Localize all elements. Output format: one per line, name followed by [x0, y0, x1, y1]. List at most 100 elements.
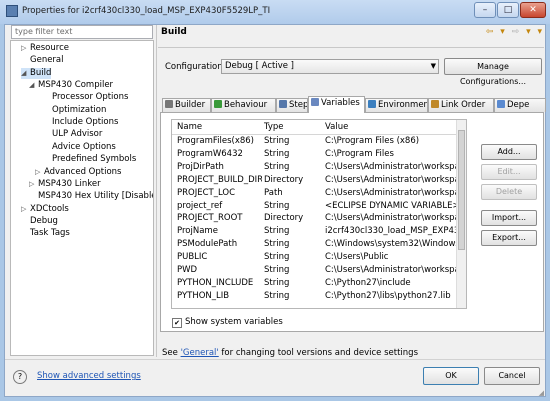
value-cell: C:\Users\Administrator\workspace_v7\i — [325, 265, 457, 275]
show-system-variables-label: Show system variables — [185, 317, 283, 327]
table-row[interactable]: ProgramFiles(x86) String C:\Program Files … — [172, 135, 466, 148]
show-system-variables-checkbox[interactable]: ✔ Show system variables — [172, 317, 283, 328]
tree-item[interactable]: Processor Options — [43, 92, 128, 103]
collapsed-twisty-icon[interactable]: ▷ — [21, 204, 30, 215]
type-cell: Path — [264, 187, 283, 198]
scrollbar-thumb[interactable] — [458, 130, 465, 250]
manage-configurations-button[interactable]: Manage Configurations... — [444, 58, 542, 86]
back-arrow-icon[interactable]: ⇦ — [486, 27, 494, 37]
table-row[interactable]: PYTHON_INCLUDE String C:\Python27\include — [172, 277, 466, 290]
tree-item[interactable]: MSP430 Hex Utility [Disabled — [29, 191, 153, 202]
ok-button[interactable]: OK — [423, 367, 479, 385]
table-row[interactable]: ProjDirPath String C:\Users\Administrator\… — [172, 161, 466, 174]
pane-splitter[interactable] — [156, 25, 157, 357]
column-name-header[interactable]: Name — [177, 122, 202, 132]
collapsed-twisty-icon[interactable]: ▷ — [29, 179, 38, 190]
minimize-button[interactable]: – — [474, 2, 496, 18]
tab-steps[interactable]: Steps — [276, 98, 308, 112]
tab-builder[interactable]: Builder — [162, 98, 211, 112]
collapsed-twisty-icon[interactable]: ▷ — [35, 167, 44, 178]
tab-link-order[interactable]: Link Order — [428, 98, 494, 112]
expanded-twisty-icon[interactable]: ◢ — [21, 68, 30, 79]
resize-grip-icon[interactable]: ◢ — [539, 389, 544, 397]
close-window-button[interactable]: ✕ — [520, 2, 546, 18]
tab-label: Variables — [321, 98, 360, 108]
table-row[interactable]: PYTHON_LIB String C:\Python27\libs\python2… — [172, 290, 466, 303]
name-cell: ProjDirPath — [177, 161, 224, 172]
tree-item[interactable]: Debug — [21, 216, 58, 227]
value-cell: C:\Users\Administrator\workspace_v7\i — [325, 187, 457, 198]
table-row[interactable]: ProjName String i2crf430cl330_load_MSP_EXP… — [172, 225, 466, 238]
tree-item-label: Resource — [30, 43, 69, 53]
tree-item[interactable]: ▷ Resource — [21, 43, 69, 54]
help-icon[interactable]: ? — [13, 370, 27, 384]
chevron-down-icon: ▼ — [430, 62, 436, 70]
expanded-twisty-icon[interactable]: ◢ — [29, 80, 38, 91]
table-row[interactable]: PWD String C:\Users\Administrator\workspac… — [172, 264, 466, 277]
tree-item-label: Optimization — [52, 104, 107, 115]
type-cell: Directory — [264, 174, 304, 185]
build-page: Build ⇦ ▾ ⇨ ▾ ▾ Configuration: Debug [ A… — [158, 25, 546, 358]
table-row[interactable]: ProgramW6432 String C:\Program Files — [172, 148, 466, 161]
tree-item[interactable]: Predefined Symbols — [43, 154, 136, 165]
tree-item[interactable]: ULP Advisor — [43, 129, 102, 140]
footnote-suffix: for changing tool versions and device se… — [218, 348, 418, 358]
show-advanced-settings-link[interactable]: Show advanced settings — [37, 371, 141, 381]
tree-item[interactable]: ◢ MSP430 Compiler — [29, 80, 113, 91]
variables-tab-panel: Name Type Value ProgramFiles(x86) String C… — [160, 112, 544, 332]
tree-item-label: Processor Options — [52, 92, 129, 103]
export-button[interactable]: Export... — [481, 230, 537, 246]
view-menu-icon[interactable]: ▾ — [537, 27, 542, 37]
cancel-button[interactable]: Cancel — [484, 367, 540, 385]
general-link[interactable]: 'General' — [181, 348, 219, 358]
table-row[interactable]: PROJECT_BUILD_DIR Directory C:\Users\Admin… — [172, 174, 466, 187]
table-row[interactable]: PUBLIC String C:\Users\Public — [172, 251, 466, 264]
dialog-button-bar: ? Show advanced settings OK Cancel ◢ — [5, 359, 545, 398]
menu-chevron-icon[interactable]: ▾ — [526, 27, 531, 37]
table-row[interactable]: PSModulePath String C:\Windows\system32\Wi… — [172, 238, 466, 251]
collapsed-twisty-icon[interactable]: ▷ — [21, 43, 30, 54]
tree-item[interactable]: ◢ Build — [21, 67, 52, 79]
tree-item[interactable]: Task Tags — [21, 228, 70, 239]
tree-item[interactable]: Optimization — [43, 105, 106, 116]
import-button[interactable]: Import... — [481, 210, 537, 226]
name-cell: PUBLIC — [177, 252, 208, 263]
dialog-body: type filter text ▷ Resource General ◢ Build ◢… — [4, 24, 546, 397]
tree-item-label: General — [30, 55, 64, 66]
tree-item[interactable]: ▷ XDCtools — [21, 204, 69, 215]
delete-button[interactable]: Delete — [481, 184, 537, 200]
tab-depe[interactable]: Depe — [494, 98, 546, 112]
build-tabs: Builder Behaviour Steps Variables Environmen… — [160, 96, 546, 113]
filter-input[interactable]: type filter text — [11, 25, 153, 39]
link-order-icon — [431, 100, 439, 108]
table-row[interactable]: PROJECT_ROOT Directory C:\Users\Administra… — [172, 212, 466, 225]
tree-item[interactable]: General — [21, 55, 64, 66]
table-row[interactable]: PROJECT_LOC Path C:\Users\Administrator\wo… — [172, 187, 466, 200]
type-cell: String — [264, 290, 290, 301]
tree-item[interactable]: ▷ MSP430 Linker — [29, 179, 101, 190]
tab-label: Link Order — [441, 100, 486, 110]
window-titlebar: Properties for i2crf430cl330_load_MSP_EX… — [0, 0, 550, 24]
column-value-header[interactable]: Value — [325, 122, 348, 132]
forward-arrow-icon[interactable]: ⇨ — [512, 27, 520, 37]
add-button[interactable]: Add... — [481, 144, 537, 160]
tab-environment[interactable]: Environment — [365, 98, 428, 112]
value-cell: C:\Python27\include — [325, 277, 411, 288]
table-row[interactable]: project_ref String <ECLIPSE DYNAMIC VARIAB… — [172, 200, 466, 213]
type-cell: String — [264, 161, 290, 172]
tree-item-label: Build — [30, 67, 52, 78]
tree-item[interactable]: ▷ Advanced Options — [35, 167, 121, 178]
menu-chevron-icon[interactable]: ▾ — [500, 27, 505, 37]
maximize-button[interactable]: □ — [497, 2, 519, 18]
edit-button[interactable]: Edit... — [481, 164, 537, 180]
tree-item[interactable]: Include Options — [43, 117, 118, 128]
configuration-select[interactable]: Debug [ Active ] ▼ — [221, 59, 439, 74]
column-type-header[interactable]: Type — [264, 122, 284, 132]
tab-variables[interactable]: Variables — [308, 96, 365, 113]
table-scrollbar[interactable] — [456, 120, 466, 308]
tree-item[interactable]: Advice Options — [43, 142, 116, 153]
name-cell: ProjName — [177, 226, 218, 237]
tab-behaviour[interactable]: Behaviour — [211, 98, 276, 112]
category-pane: type filter text ▷ Resource General ◢ Build ◢… — [8, 25, 156, 357]
type-cell: String — [264, 277, 290, 288]
